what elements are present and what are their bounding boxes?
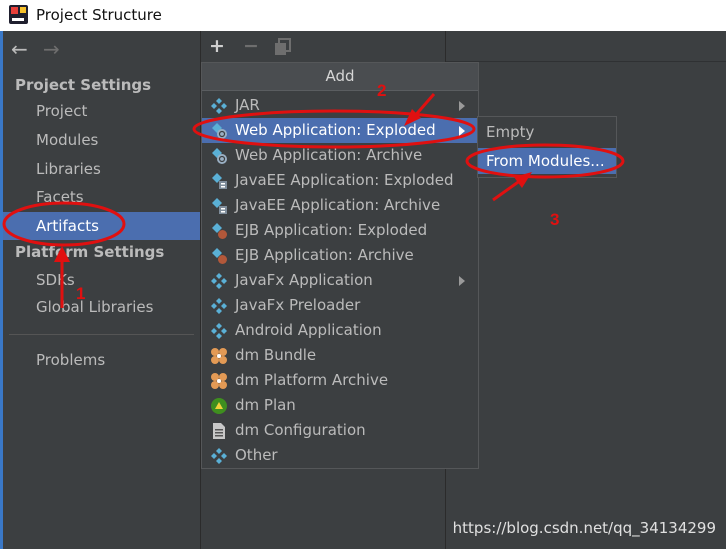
bundle-icon: [210, 347, 228, 365]
menu-item-javaee-application-archive[interactable]: JavaEE Application: Archive: [202, 193, 478, 218]
menu-item-label: JavaEE Application: Archive: [235, 196, 441, 214]
submenu-item-from-modules[interactable]: From Modules...: [478, 148, 616, 174]
watermark: https://blog.csdn.net/qq_34134299: [452, 519, 716, 537]
sidebar-item-facets[interactable]: Facets: [36, 188, 84, 206]
popup-title: Add: [325, 67, 355, 85]
artifact-icon: [210, 322, 228, 340]
javaee-icon: [210, 172, 228, 190]
arrow-right-icon[interactable]: →: [43, 39, 60, 59]
bundle-icon: [210, 372, 228, 390]
window-titlebar: Project Structure: [0, 0, 726, 31]
menu-item-label: JavaEE Application: Exploded: [235, 171, 454, 189]
window-title: Project Structure: [36, 6, 162, 24]
project-settings-heading: Project Settings: [15, 76, 152, 94]
menu-item-label: dm Configuration: [235, 421, 366, 439]
menu-item-label: JavaFx Application: [235, 271, 373, 289]
web-exploded-submenu: Empty From Modules...: [477, 116, 617, 178]
menu-item-dm-platform-archive[interactable]: dm Platform Archive: [202, 368, 478, 393]
sidebar-item-project[interactable]: Project: [36, 102, 87, 120]
platform-settings-heading: Platform Settings: [15, 243, 165, 261]
menu-item-label: Web Application: Archive: [235, 146, 423, 164]
menu-item-label: JavaFx Preloader: [235, 296, 361, 314]
remove-button[interactable]: −: [243, 36, 259, 56]
menu-item-javafx-application[interactable]: JavaFx Application: [202, 268, 478, 293]
sidebar-item-problems[interactable]: Problems: [36, 351, 105, 369]
menu-item-ejb-application-exploded[interactable]: EJB Application: Exploded: [202, 218, 478, 243]
menu-item-web-application-exploded[interactable]: Web Application: Exploded: [202, 118, 478, 143]
sidebar-separator: [9, 334, 194, 335]
menu-item-label: Web Application: Exploded: [235, 121, 436, 139]
chevron-right-icon: [459, 276, 465, 286]
sidebar-item-global-libraries[interactable]: Global Libraries: [36, 298, 153, 316]
sidebar-item-sdks[interactable]: SDKs: [36, 271, 75, 289]
settings-sidebar: ← → Project Settings Project Modules Lib…: [3, 31, 200, 549]
menu-item-jar[interactable]: JAR: [202, 93, 478, 118]
artifact-icon: [210, 97, 228, 115]
ejb-icon: [210, 247, 228, 265]
sidebar-item-modules[interactable]: Modules: [36, 131, 98, 149]
menu-item-label: dm Plan: [235, 396, 296, 414]
menu-item-label: EJB Application: Exploded: [235, 221, 428, 239]
add-button[interactable]: +: [209, 36, 225, 56]
sidebar-selection-highlight: [3, 212, 200, 240]
artifact-details-pane: [446, 31, 726, 549]
arrow-left-icon[interactable]: ←: [11, 39, 28, 59]
menu-item-label: Android Application: [235, 321, 382, 339]
menu-item-label: dm Bundle: [235, 346, 317, 364]
menu-item-dm-bundle[interactable]: dm Bundle: [202, 343, 478, 368]
submenu-item-label: From Modules...: [486, 152, 605, 170]
plan-icon: [210, 397, 228, 415]
submenu-item-empty[interactable]: Empty: [478, 119, 616, 145]
copy-icon[interactable]: [274, 38, 292, 60]
menu-item-dm-configuration[interactable]: dm Configuration: [202, 418, 478, 443]
menu-item-web-application-archive[interactable]: Web Application: Archive: [202, 143, 478, 168]
document-icon: [210, 422, 228, 440]
menu-item-ejb-application-archive[interactable]: EJB Application: Archive: [202, 243, 478, 268]
menu-item-android-application[interactable]: Android Application: [202, 318, 478, 343]
intellij-app-icon: [9, 5, 28, 24]
menu-item-other[interactable]: Other: [202, 443, 478, 468]
web-app-icon: [210, 147, 228, 165]
details-toolbar-strip: [446, 31, 726, 62]
sidebar-item-libraries[interactable]: Libraries: [36, 160, 101, 178]
artifact-icon: [210, 272, 228, 290]
javaee-icon: [210, 197, 228, 215]
ejb-icon: [210, 222, 228, 240]
artifact-icon: [210, 447, 228, 465]
menu-item-label: dm Platform Archive: [235, 371, 389, 389]
artifact-icon: [210, 297, 228, 315]
menu-item-dm-plan[interactable]: dm Plan: [202, 393, 478, 418]
submenu-item-label: Empty: [486, 123, 535, 141]
chevron-right-icon: [459, 101, 465, 111]
menu-item-javafx-preloader[interactable]: JavaFx Preloader: [202, 293, 478, 318]
menu-item-label: Other: [235, 446, 278, 464]
popup-header: Add: [202, 63, 478, 91]
chevron-right-icon: [459, 126, 465, 136]
menu-item-label: EJB Application: Archive: [235, 246, 414, 264]
web-app-icon: [210, 122, 228, 140]
add-artifact-popup: Add JAR Web Application: Exploded Web Appl…: [201, 62, 479, 469]
sidebar-item-artifacts[interactable]: Artifacts: [36, 217, 99, 235]
menu-item-javaee-application-exploded[interactable]: JavaEE Application: Exploded: [202, 168, 478, 193]
menu-item-label: JAR: [235, 96, 260, 114]
